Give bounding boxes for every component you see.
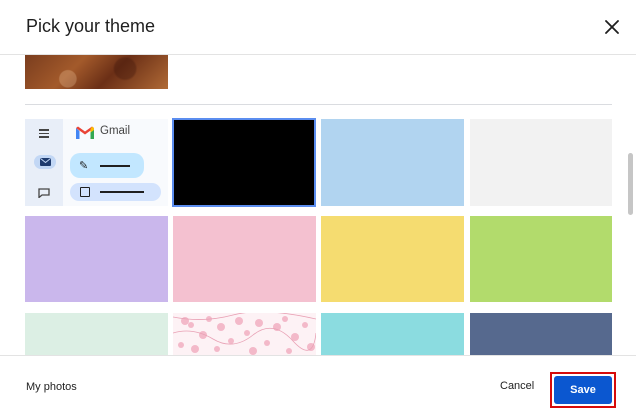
close-icon (605, 20, 619, 34)
theme-tile-slate-blue[interactable] (470, 313, 612, 355)
dialog-header: Pick your theme (0, 0, 636, 55)
preview-compose-button: ✎ (70, 153, 144, 178)
theme-tile-black[interactable] (172, 118, 316, 207)
chat-icon (38, 185, 50, 199)
preview-sidebar (25, 119, 63, 206)
theme-tile-green[interactable] (470, 216, 612, 302)
preview-inbox-item (70, 183, 161, 201)
theme-dialog: Pick your theme Gmail ✎ My photos Cancel… (0, 0, 636, 415)
dialog-footer: My photos Cancel Save (0, 355, 636, 415)
save-button-highlight: Save (550, 372, 616, 408)
blossom-pattern-icon (173, 313, 316, 355)
my-photos-link[interactable]: My photos (26, 381, 77, 393)
close-button[interactable] (600, 15, 624, 39)
menu-icon (39, 129, 49, 138)
cancel-button[interactable]: Cancel (500, 380, 534, 392)
preview-app-name: Gmail (100, 125, 131, 137)
theme-preview: Gmail ✎ (25, 119, 168, 206)
theme-tile-mint[interactable] (25, 313, 168, 355)
photo-theme-thumbnail[interactable] (25, 55, 168, 89)
gmail-logo-icon (75, 126, 95, 140)
theme-tile-light-blue[interactable] (321, 119, 464, 206)
mail-icon (34, 155, 56, 169)
theme-tile-lavender[interactable] (25, 216, 168, 302)
theme-tile-cherry-blossom[interactable] (173, 313, 316, 355)
theme-tile-teal[interactable] (321, 313, 464, 355)
theme-list[interactable]: Gmail ✎ (0, 55, 636, 355)
scrollbar-thumb[interactable] (628, 153, 633, 215)
section-divider (25, 104, 612, 105)
pencil-icon: ✎ (79, 160, 89, 172)
theme-tile-yellow[interactable] (321, 216, 464, 302)
theme-tile-light-gray[interactable] (470, 119, 612, 206)
save-button[interactable]: Save (554, 376, 612, 404)
theme-tile-pink[interactable] (173, 216, 316, 302)
dialog-title: Pick your theme (26, 16, 156, 36)
inbox-icon (80, 187, 90, 197)
